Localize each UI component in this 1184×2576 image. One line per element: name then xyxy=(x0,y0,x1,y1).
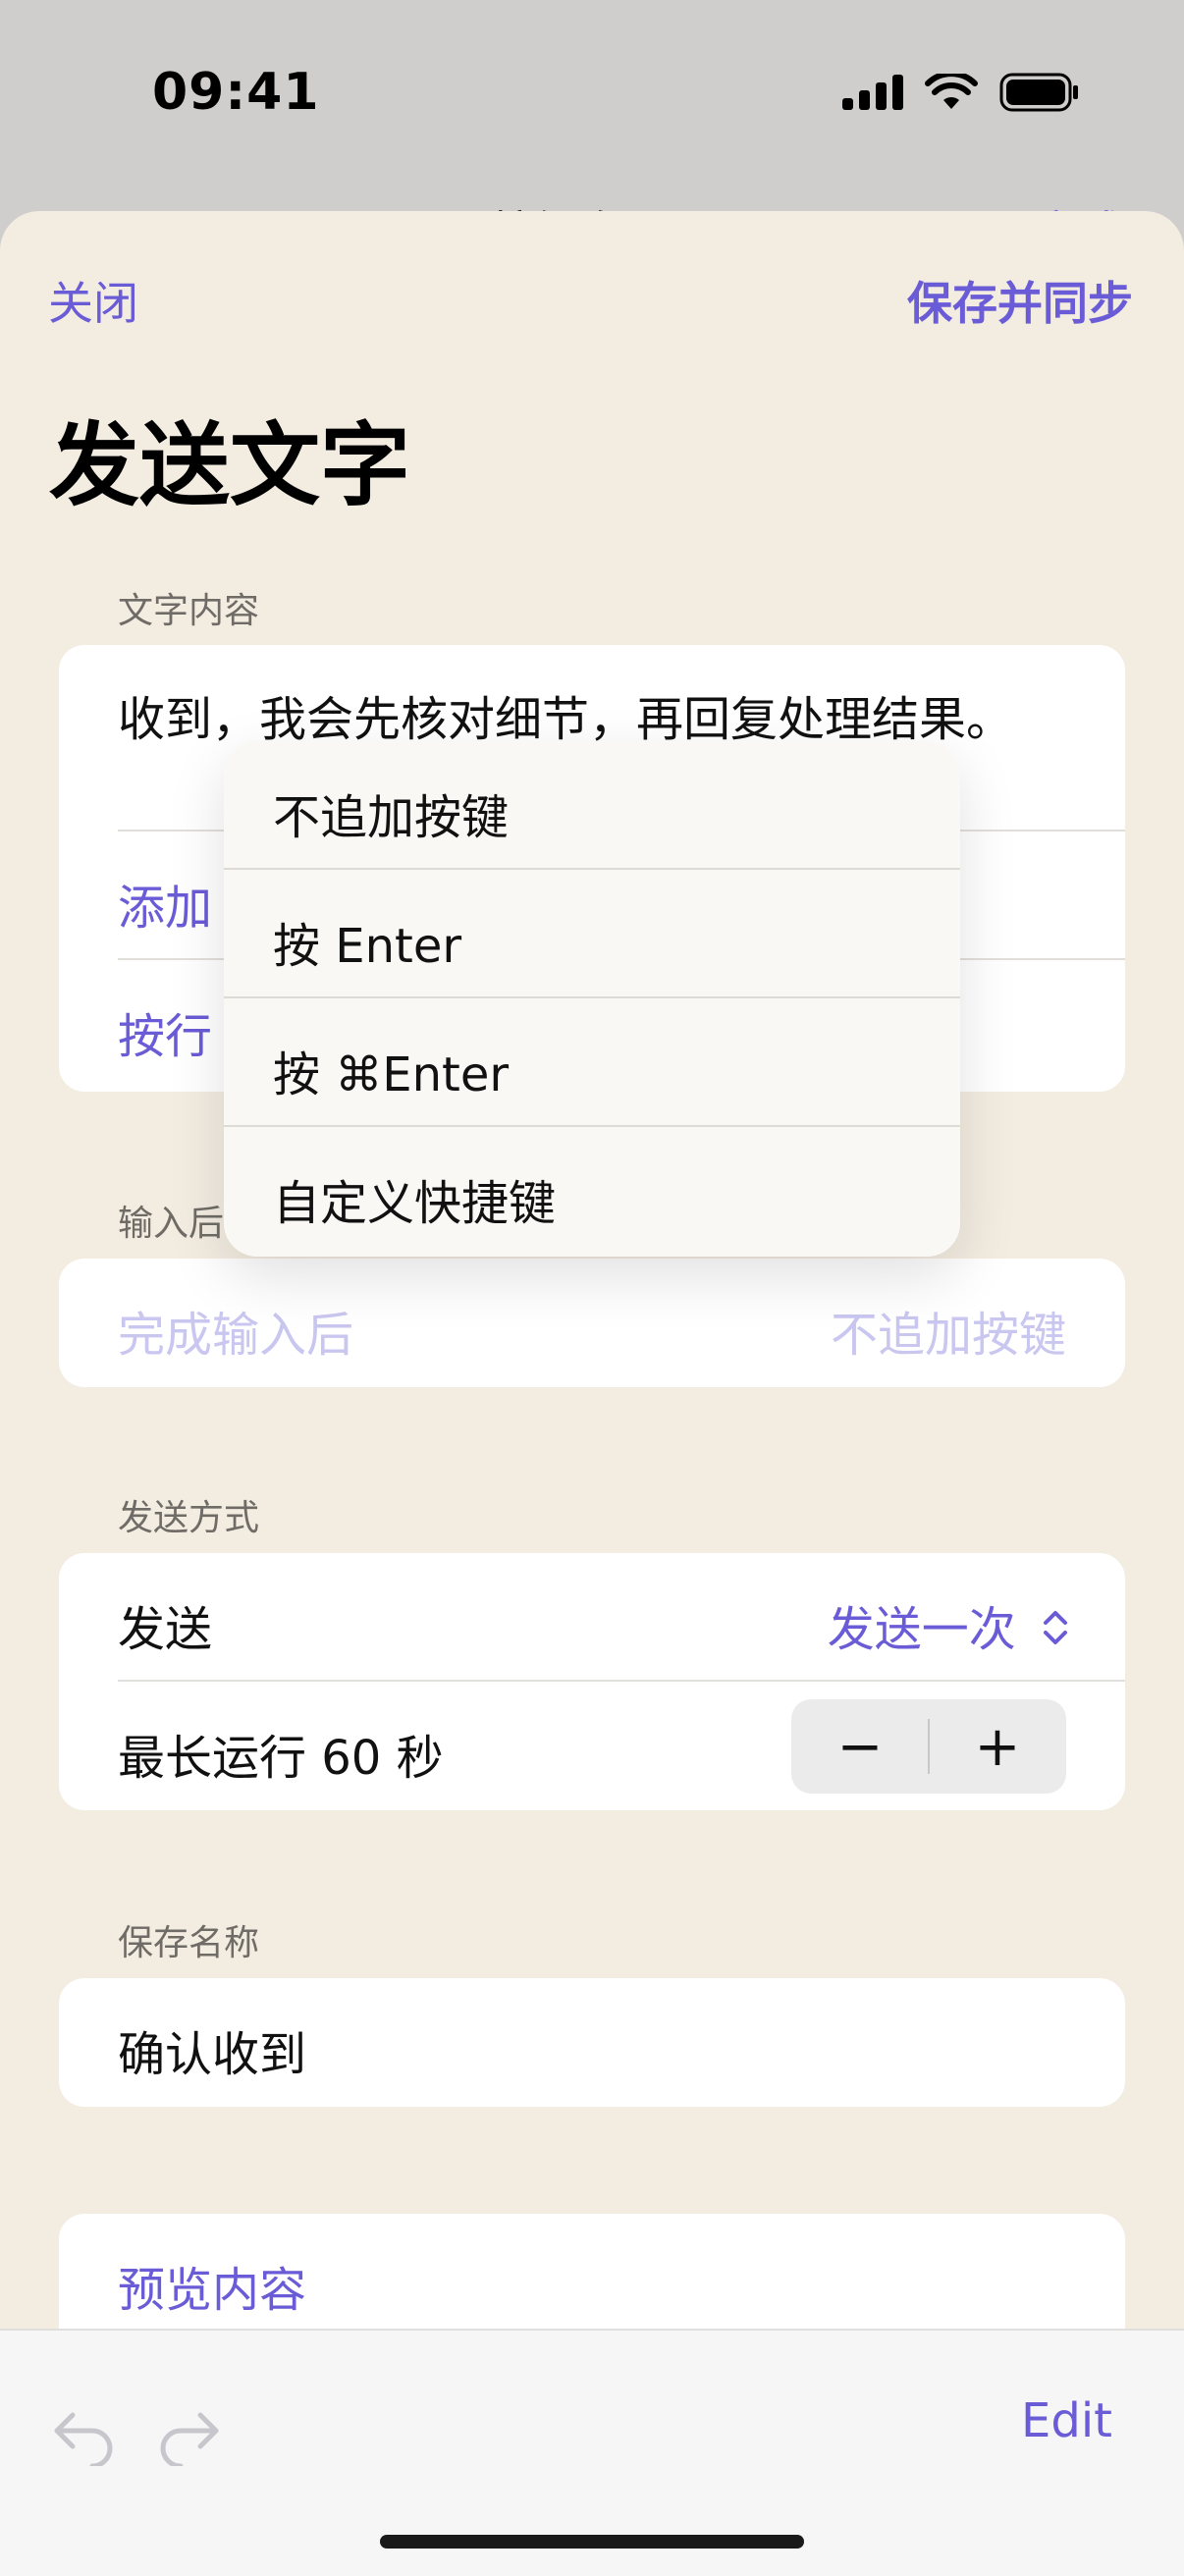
status-time: 09:41 xyxy=(152,63,320,122)
preview-link[interactable]: 预览内容 xyxy=(118,2251,306,2320)
menu-item-label: 自定义快捷键 xyxy=(273,1176,557,1231)
after-input-label: 完成输入后 xyxy=(118,1308,354,1363)
undo-icon[interactable] xyxy=(51,2407,116,2466)
save-name-row[interactable]: 确认收到 xyxy=(118,1978,1125,2107)
send-label: 发送 xyxy=(118,1602,213,1657)
menu-item-no-key[interactable]: 不追加按键 xyxy=(224,741,960,870)
edit-sheet: 关闭 保存并同步 发送文字 文字内容 收到，我会先核对细节，再回复处理结果。 添… xyxy=(0,211,1184,2574)
max-run-row: 最长运行 60 秒 − + xyxy=(118,1682,1125,1810)
after-input-value[interactable]: 不追加按键 xyxy=(831,1296,1066,1365)
menu-item-label: 不追加按键 xyxy=(273,790,510,845)
wifi-icon xyxy=(925,74,978,109)
menu-item-label: 按 Enter xyxy=(273,919,462,974)
menu-item-custom-shortcut[interactable]: 自定义快捷键 xyxy=(224,1127,960,1256)
decrement-button[interactable]: − xyxy=(791,1699,929,1794)
duration-stepper[interactable]: − + xyxy=(791,1699,1066,1794)
preview-row[interactable]: 预览内容 xyxy=(118,2214,1125,2342)
max-run-label: 最长运行 60 秒 xyxy=(118,1731,444,1786)
status-bar: 09:41 xyxy=(0,0,1184,196)
key-append-menu: 不追加按键 按 Enter 按 ⌘Enter 自定义快捷键 xyxy=(224,741,960,1257)
cellular-signal-icon xyxy=(842,75,903,110)
send-row[interactable]: 发送 发送一次 xyxy=(118,1553,1125,1682)
redo-icon[interactable] xyxy=(157,2407,222,2466)
close-button[interactable]: 关闭 xyxy=(48,268,138,333)
battery-icon xyxy=(999,73,1078,112)
edit-button[interactable]: Edit xyxy=(1021,2393,1112,2448)
text-content-field[interactable]: 收到，我会先核对细节，再回复处理结果。 xyxy=(118,680,1013,749)
menu-item-cmd-enter[interactable]: 按 ⌘Enter xyxy=(224,998,960,1127)
send-method-card: 发送 发送一次 最长运行 60 秒 − + xyxy=(59,1553,1125,1810)
chevron-up-down-icon xyxy=(1044,1611,1067,1644)
after-input-row[interactable]: 完成输入后 不追加按键 xyxy=(118,1259,1125,1387)
save-name-card: 确认收到 xyxy=(59,1978,1125,2107)
page-title: 发送文字 xyxy=(49,413,411,518)
after-input-card: 完成输入后 不追加按键 xyxy=(59,1259,1125,1387)
status-icons xyxy=(842,73,1080,112)
section-label-save-name: 保存名称 xyxy=(118,1923,260,1963)
add-key-link[interactable]: 添加 xyxy=(118,869,212,938)
save-sync-button[interactable]: 保存并同步 xyxy=(907,268,1133,333)
send-value-picker[interactable]: 发送一次 xyxy=(828,1590,1070,1659)
home-indicator xyxy=(380,2535,804,2549)
save-name-field[interactable]: 确认收到 xyxy=(118,2015,306,2084)
by-line-link[interactable]: 按行 xyxy=(118,997,212,1066)
increment-button[interactable]: + xyxy=(929,1699,1066,1794)
section-label-after-input: 输入后 xyxy=(118,1204,225,1244)
menu-item-label: 按 ⌘Enter xyxy=(273,1047,510,1102)
send-value: 发送一次 xyxy=(827,1602,1016,1657)
section-label-text: 文字内容 xyxy=(118,591,260,631)
section-label-send: 发送方式 xyxy=(118,1498,260,1538)
menu-item-enter[interactable]: 按 Enter xyxy=(224,870,960,998)
